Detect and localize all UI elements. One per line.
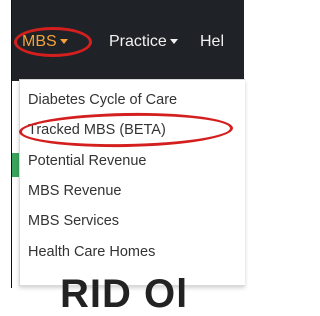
background-accent xyxy=(12,153,19,177)
nav-menu-practice-label: Practice xyxy=(109,33,167,50)
nav-menu-help[interactable]: Hel xyxy=(200,31,224,53)
menu-item-health-care-homes[interactable]: Health Care Homes xyxy=(28,241,155,263)
menu-item-diabetes-cycle-of-care[interactable]: Diabetes Cycle of Care xyxy=(28,89,177,111)
annotation-circle-mbs xyxy=(14,27,92,57)
menu-item-mbs-services[interactable]: MBS Services xyxy=(28,210,119,232)
chevron-down-icon xyxy=(169,39,178,45)
nav-menu-practice[interactable]: Practice xyxy=(109,31,178,53)
nav-menu-help-label: Hel xyxy=(200,33,225,50)
background-heading-partial: RID Ol xyxy=(60,272,189,316)
menu-item-mbs-revenue[interactable]: MBS Revenue xyxy=(28,180,122,202)
screenshot-frame: MBS Practice Hel Diabetes Cycle of Care … xyxy=(0,0,245,314)
menu-item-potential-revenue[interactable]: Potential Revenue xyxy=(28,150,147,172)
